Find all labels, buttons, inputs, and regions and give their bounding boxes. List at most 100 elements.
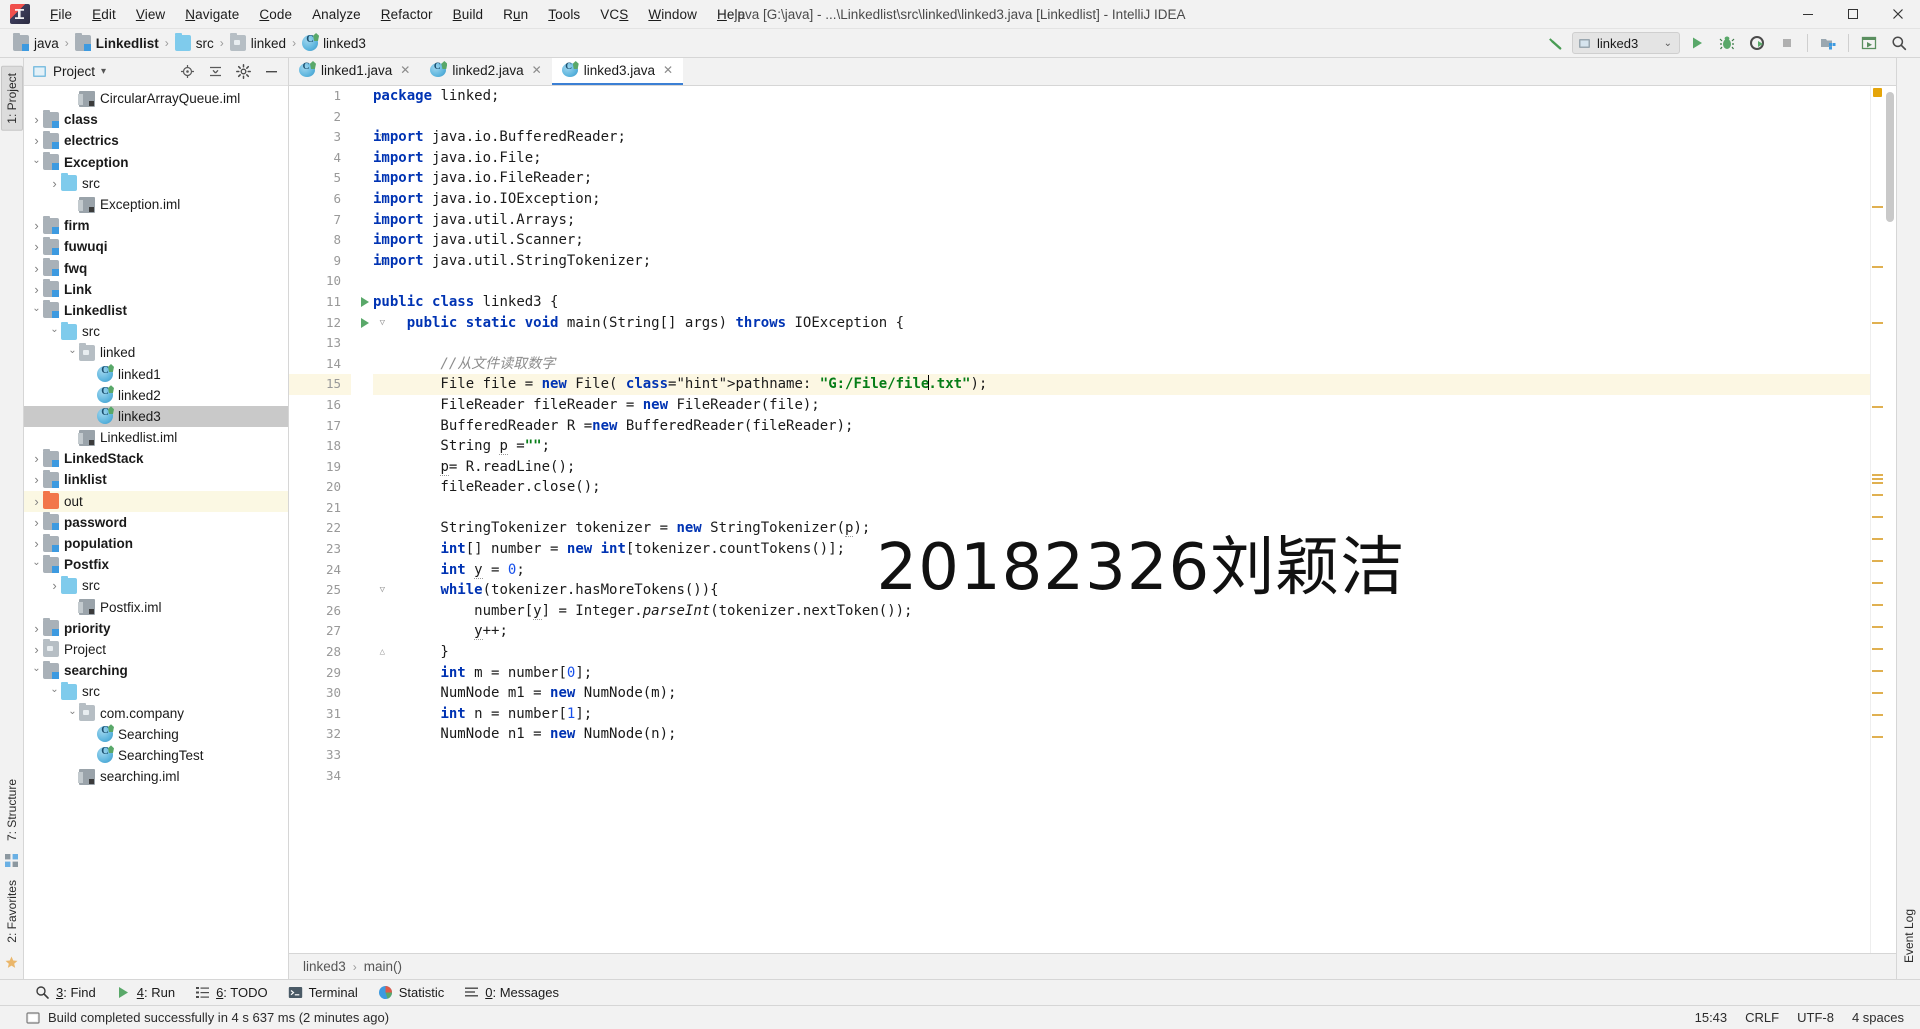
- menu-item-view[interactable]: View: [126, 3, 175, 26]
- chevron-down-icon[interactable]: ⌄: [30, 557, 43, 571]
- gutter-line-7[interactable]: 7: [289, 210, 351, 231]
- chevron-down-icon[interactable]: ⌄: [30, 303, 43, 317]
- code-line-18[interactable]: String p ="";: [373, 436, 1870, 457]
- sidebar-item-favorites[interactable]: 2: Favorites: [2, 874, 22, 949]
- code-line-21[interactable]: [373, 498, 1870, 519]
- search-everywhere-icon[interactable]: [1886, 32, 1912, 54]
- code-line-6[interactable]: import java.io.IOException;: [373, 189, 1870, 210]
- tree-row-fuwuqi[interactable]: › fuwuqi: [24, 236, 288, 257]
- close-button[interactable]: [1875, 0, 1920, 29]
- chevron-right-icon[interactable]: ›: [30, 112, 43, 127]
- code-line-9[interactable]: import java.util.StringTokenizer;: [373, 251, 1870, 272]
- code-line-26[interactable]: number[y] = Integer.parseInt(tokenizer.n…: [373, 601, 1870, 622]
- code-line-23[interactable]: int[] number = new int[tokenizer.countTo…: [373, 539, 1870, 560]
- scrollbar-thumb[interactable]: [1886, 92, 1894, 222]
- menu-item-tools[interactable]: Tools: [538, 3, 590, 26]
- tree-row-electrics[interactable]: › electrics: [24, 130, 288, 151]
- tree-row-firm[interactable]: › firm: [24, 215, 288, 236]
- stripe-marker[interactable]: [1872, 516, 1883, 518]
- menu-item-file[interactable]: File: [40, 3, 82, 26]
- gutter-line-32[interactable]: 32: [289, 724, 351, 745]
- chevron-right-icon[interactable]: ›: [30, 536, 43, 551]
- project-panel-title[interactable]: Project ▾: [32, 64, 106, 79]
- collapse-all-icon[interactable]: [202, 61, 228, 83]
- tool-window-button-run[interactable]: 4: Run: [107, 982, 184, 1003]
- breadcrumb-item-src[interactable]: src: [170, 33, 219, 53]
- project-structure-icon[interactable]: [1815, 32, 1841, 54]
- gutter-line-8[interactable]: 8: [289, 230, 351, 251]
- gutter-line-11[interactable]: 11: [289, 292, 369, 313]
- tree-row-linkedlist-iml[interactable]: Linkedlist.iml: [24, 427, 288, 448]
- chevron-right-icon[interactable]: ›: [30, 282, 43, 297]
- close-tab-icon[interactable]: ✕: [400, 63, 410, 77]
- error-stripe-markers[interactable]: [1870, 86, 1884, 953]
- sidebar-item-structure[interactable]: 7: Structure: [2, 773, 22, 847]
- code-line-13[interactable]: [373, 333, 1870, 354]
- tree-row-postfix[interactable]: ⌄ Postfix: [24, 554, 288, 575]
- chevron-right-icon[interactable]: ›: [30, 472, 43, 487]
- stripe-marker[interactable]: [1872, 648, 1883, 650]
- tree-row-searchingtest[interactable]: SearchingTest: [24, 745, 288, 766]
- gutter-line-2[interactable]: 2: [289, 107, 351, 128]
- code-line-7[interactable]: import java.util.Arrays;: [373, 210, 1870, 231]
- hammer-build-icon[interactable]: [1542, 32, 1568, 54]
- menu-item-refactor[interactable]: Refactor: [371, 3, 443, 26]
- menu-item-vcs[interactable]: VCS: [590, 3, 638, 26]
- line-separator[interactable]: CRLF: [1745, 1010, 1779, 1025]
- tool-window-button-statistic[interactable]: Statistic: [369, 982, 454, 1003]
- code-line-28[interactable]: }: [373, 642, 1870, 663]
- chevron-right-icon[interactable]: ›: [30, 642, 43, 657]
- menu-item-code[interactable]: Code: [249, 3, 302, 26]
- tree-row-src[interactable]: › src: [24, 575, 288, 596]
- file-encoding[interactable]: UTF-8: [1797, 1010, 1834, 1025]
- gutter-line-25[interactable]: 25 ▽: [289, 580, 385, 601]
- stripe-marker[interactable]: [1872, 736, 1883, 738]
- code-content[interactable]: package linked; import java.io.BufferedR…: [351, 86, 1870, 953]
- chevron-right-icon[interactable]: ›: [30, 621, 43, 636]
- tree-row-postfix-iml[interactable]: Postfix.iml: [24, 597, 288, 618]
- gutter-line-28[interactable]: 28 △: [289, 642, 385, 663]
- stripe-marker[interactable]: [1872, 538, 1883, 540]
- stripe-marker[interactable]: [1872, 626, 1883, 628]
- code-line-10[interactable]: [373, 271, 1870, 292]
- tool-window-button-terminal[interactable]: Terminal: [279, 982, 367, 1003]
- tree-row-out[interactable]: › out: [24, 490, 288, 512]
- chevron-right-icon[interactable]: ›: [48, 176, 61, 191]
- gutter-line-24[interactable]: 24: [289, 560, 351, 581]
- gutter-line-29[interactable]: 29: [289, 663, 351, 684]
- code-line-16[interactable]: FileReader fileReader = new FileReader(f…: [373, 395, 1870, 416]
- gutter-line-6[interactable]: 6: [289, 189, 351, 210]
- sidebar-item-event-log[interactable]: Event Log: [1899, 903, 1919, 969]
- menu-item-build[interactable]: Build: [443, 3, 494, 26]
- code-line-2[interactable]: [373, 107, 1870, 128]
- menu-item-navigate[interactable]: Navigate: [175, 3, 249, 26]
- update-project-icon[interactable]: [1856, 32, 1882, 54]
- editor-breadcrumb-main[interactable]: main(): [364, 959, 402, 974]
- gutter-line-19[interactable]: 19: [289, 457, 351, 478]
- menu-item-window[interactable]: Window: [638, 3, 707, 26]
- editor-breadcrumb[interactable]: linked3 › main(): [289, 953, 1896, 979]
- tree-row-linked3[interactable]: linked3: [24, 405, 288, 427]
- tree-row-linkedlist[interactable]: ⌄ Linkedlist: [24, 300, 288, 321]
- gutter-line-3[interactable]: 3 ▽: [289, 127, 385, 148]
- chevron-right-icon[interactable]: ›: [30, 218, 43, 233]
- code-line-31[interactable]: int n = number[1];: [373, 704, 1870, 725]
- tree-row-searching-iml[interactable]: searching.iml: [24, 766, 288, 787]
- tool-window-button-find[interactable]: 3: Find: [26, 982, 105, 1003]
- tree-row-src[interactable]: ⌄ src: [24, 681, 288, 702]
- code-line-27[interactable]: y++;: [373, 621, 1870, 642]
- tree-row-priority[interactable]: › priority: [24, 618, 288, 639]
- tree-row-population[interactable]: › population: [24, 533, 288, 554]
- code-line-20[interactable]: fileReader.close();: [373, 477, 1870, 498]
- code-line-32[interactable]: NumNode n1 = new NumNode(n);: [373, 724, 1870, 745]
- tree-row-searching[interactable]: ⌄ searching: [24, 660, 288, 681]
- tree-row-exception-iml[interactable]: Exception.iml: [24, 194, 288, 215]
- gutter-line-17[interactable]: 17: [289, 416, 351, 437]
- tree-row-com-company[interactable]: ⌄ com.company: [24, 702, 288, 723]
- tree-row-project[interactable]: › Project: [24, 639, 288, 660]
- project-tree[interactable]: CircularArrayQueue.iml › class › electrics ⌄ E…: [24, 86, 288, 979]
- chevron-right-icon[interactable]: ›: [30, 451, 43, 466]
- code-line-14[interactable]: //从文件读取数字: [373, 354, 1870, 375]
- stripe-marker[interactable]: [1872, 494, 1883, 496]
- breadcrumb-item-linked[interactable]: linked: [225, 33, 291, 53]
